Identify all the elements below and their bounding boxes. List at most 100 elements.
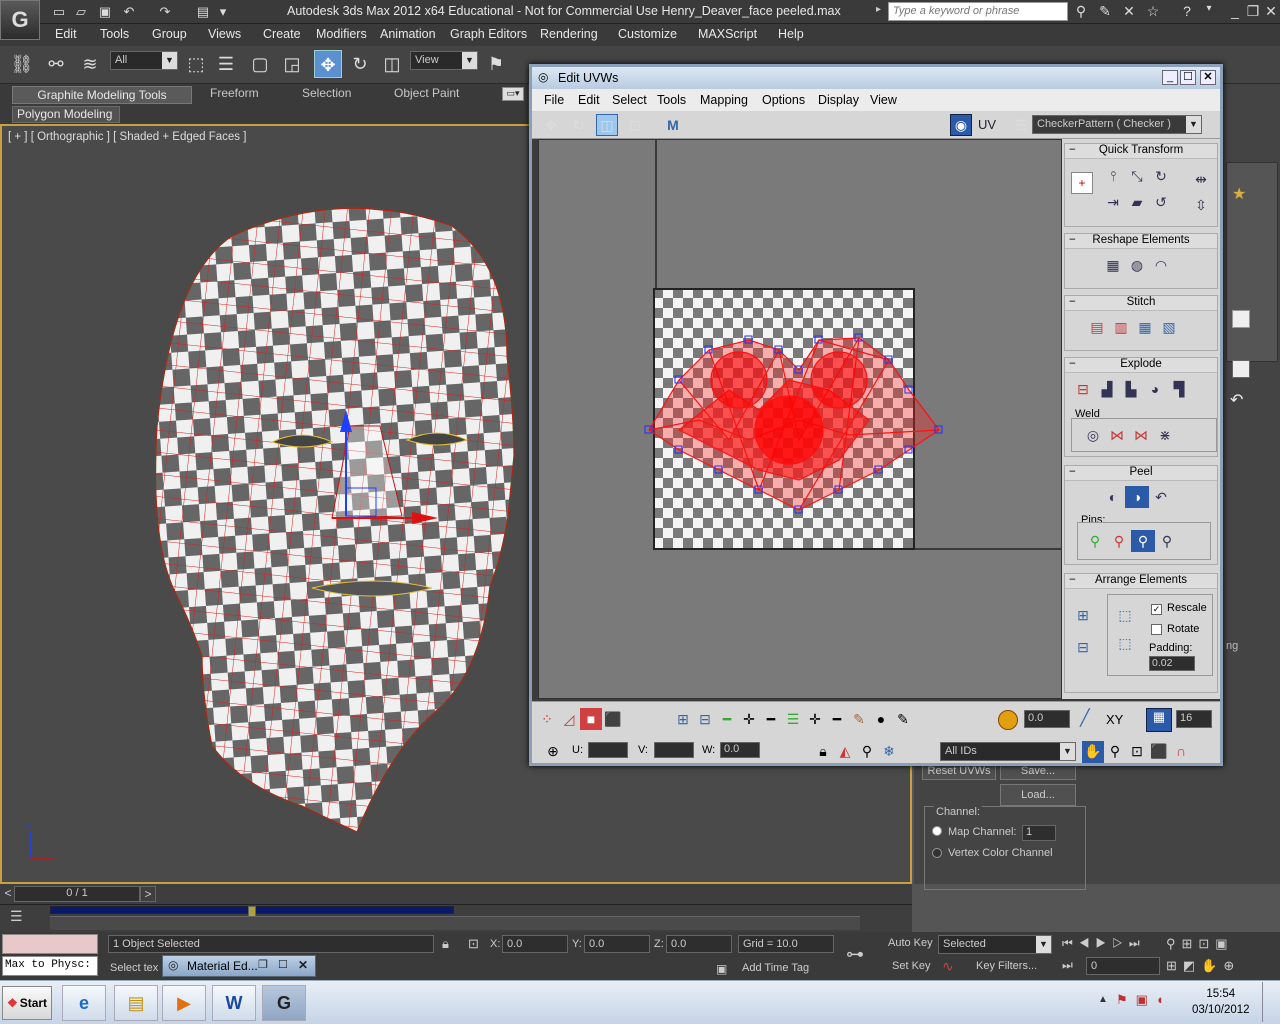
soft-select-icon[interactable]	[998, 710, 1018, 730]
uvw-menu-tools[interactable]: Tools	[657, 93, 686, 107]
relax-icon[interactable]: ◍	[1125, 254, 1149, 276]
unpin-icon[interactable]: ⚲	[1107, 530, 1131, 552]
uvw-menu-view[interactable]: View	[870, 93, 897, 107]
arrange-elements-header[interactable]: − Arrange Elements	[1065, 574, 1217, 589]
transform-type-in-icon[interactable]: ⊕	[542, 740, 564, 762]
select-pins-icon[interactable]: ⚲	[1155, 530, 1179, 552]
help-icon[interactable]: ?	[1178, 3, 1196, 21]
loop-shrink-icon[interactable]: ✛	[804, 709, 826, 731]
restore-icon[interactable]: ❐	[1244, 3, 1262, 21]
tab-selection[interactable]: Selection	[302, 86, 351, 104]
break-icon[interactable]: ⊟	[1071, 379, 1095, 401]
falloff-line-icon[interactable]: ╱	[1080, 708, 1090, 728]
pin-icon[interactable]: ⚲	[1083, 530, 1107, 552]
menu-animation[interactable]: Animation	[380, 27, 436, 41]
show-map-icon[interactable]: ◉	[950, 114, 972, 136]
window-crossing-icon[interactable]: ◲	[278, 50, 306, 78]
menu-customize[interactable]: Customize	[618, 27, 677, 41]
map-channel-radio[interactable]	[932, 826, 942, 836]
y-coordinate-field[interactable]: 0.0	[584, 935, 650, 953]
hide-icon[interactable]: ◭	[834, 740, 856, 762]
pack-normalize-icon[interactable]: ⊞	[1071, 604, 1095, 626]
stitch-header[interactable]: − Stitch	[1065, 296, 1217, 311]
quick-transform-header[interactable]: − Quick Transform	[1065, 144, 1217, 159]
viewport-nav-controls-2[interactable]: ⊞◩✋⊕	[1166, 958, 1240, 974]
uvw-menu-options[interactable]: Options	[762, 93, 805, 107]
select-and-scale-icon[interactable]: ◫	[378, 50, 406, 78]
texture-dropdown[interactable]: CheckerPattern ( Checker ) ▼	[1032, 115, 1202, 134]
snap-toggle-icon[interactable]: ∩	[1170, 740, 1192, 762]
flatten-by-material-icon[interactable]: ▜	[1167, 379, 1191, 401]
bind-space-warp-icon[interactable]: ≋	[76, 50, 104, 78]
selection-lock-icon[interactable]: 🔒︎	[442, 936, 449, 952]
uvw-menu-file[interactable]: File	[544, 93, 564, 107]
box-icon[interactable]	[1232, 310, 1250, 328]
stitch-to-target-icon[interactable]: ▥	[1109, 316, 1133, 338]
material-editor-taskbar-button[interactable]: Material Ed...	[162, 955, 316, 977]
reshape-elements-header[interactable]: − Reshape Elements	[1065, 234, 1217, 249]
polygon-modeling-panel[interactable]: Polygon Modeling	[12, 106, 120, 123]
lock-selection-icon[interactable]: 🔒︎	[812, 740, 834, 762]
menu-edit[interactable]: Edit	[55, 27, 77, 41]
weld-custom-icon[interactable]: ⋇	[1153, 424, 1177, 446]
auto-key-button[interactable]: Auto Key	[888, 937, 933, 949]
grid-subdivision-spinner[interactable]: 16	[1176, 710, 1212, 728]
select-and-rotate-icon[interactable]: ↻	[346, 50, 374, 78]
save-file-icon[interactable]: ▣	[96, 3, 114, 20]
target-weld-icon[interactable]: ◎	[1081, 424, 1105, 446]
menu-create[interactable]: Create	[263, 27, 301, 41]
space-vertical-icon[interactable]: ⇳	[1189, 194, 1213, 216]
media-player-icon[interactable]: ▶	[162, 985, 206, 1021]
align-vertical-icon[interactable]: ⫯	[1101, 165, 1125, 187]
stitch-average-icon[interactable]: ▦	[1133, 316, 1157, 338]
grid-icon[interactable]	[1232, 360, 1250, 378]
ribbon-options-icon[interactable]: ▭▾	[502, 87, 524, 101]
paint-grow-icon[interactable]: ●	[870, 708, 892, 730]
menu-help[interactable]: Help	[778, 27, 804, 41]
unlink-icon[interactable]: ⚯	[42, 50, 70, 78]
select-and-move-icon[interactable]: ✥	[314, 50, 342, 78]
tab-graphite-modeling-tools[interactable]: Graphite Modeling Tools	[12, 86, 192, 104]
key-mode-toggle-icon[interactable]: ⏭	[1062, 958, 1073, 973]
select-object-icon[interactable]: ⬚	[182, 50, 210, 78]
track-bar-menu-icon[interactable]: ☰	[10, 908, 23, 925]
quick-access-dropdown-icon[interactable]: ▾	[214, 3, 232, 20]
align-diagonal-icon[interactable]: ⤡	[1125, 165, 1149, 187]
peel-header[interactable]: − Peel	[1065, 466, 1217, 481]
app-logo-button[interactable]: G	[0, 0, 40, 40]
file-explorer-icon[interactable]: ▤	[114, 985, 158, 1021]
uv-view-nav-icons[interactable]: ✋ ⚲ ⊡ ⬛ ∩	[1082, 740, 1192, 763]
uv-subobject-icons[interactable]: ⁘ ◿ ■ ⬛	[536, 708, 624, 731]
uv-scale-icon[interactable]: ◫	[596, 114, 618, 136]
time-slider-next[interactable]: >	[140, 886, 156, 902]
new-file-icon[interactable]: ▭	[50, 3, 68, 20]
material-editor-close-icon[interactable]: ✕	[298, 958, 308, 972]
pins-icons[interactable]: ⚲ ⚲ ⚲ ⚲	[1083, 530, 1179, 552]
tray-icons[interactable]: ⚑▣◖	[1116, 992, 1172, 1008]
uvw-menu-display[interactable]: Display	[818, 93, 859, 107]
reset-peel-icon[interactable]: ↶	[1149, 487, 1173, 509]
auto-pin-icon[interactable]: ⚲	[1131, 530, 1155, 552]
load-uvw-button[interactable]: Load...	[1000, 784, 1076, 806]
uvw-maximize-icon[interactable]: ☐	[1180, 70, 1196, 85]
uv-islands[interactable]	[639, 320, 949, 520]
element-id-dropdown[interactable]: All IDs ▼	[940, 742, 1076, 761]
undo-icon[interactable]: ↶	[120, 3, 138, 20]
search-input[interactable]: Type a keyword or phrase	[888, 2, 1068, 21]
show-hidden-icons[interactable]: ▲	[1098, 994, 1108, 1005]
xy-space-button[interactable]: XY	[1106, 712, 1123, 727]
relax-by-polygon-icon[interactable]: ◠	[1149, 254, 1173, 276]
loop-grow-icon[interactable]: ☰	[782, 709, 804, 731]
stitch-icons[interactable]: ▤ ▥ ▦ ▧	[1085, 316, 1181, 338]
set-key-button[interactable]: Set Key	[892, 960, 931, 972]
quick-transform-icons-2[interactable]: ⇥ ▰ ↺	[1101, 190, 1173, 216]
element-mode-icon[interactable]: ⬛	[602, 709, 624, 731]
grow-selection-icon[interactable]: ⊞	[672, 709, 694, 731]
paint-shrink-icon[interactable]: ✎	[892, 709, 914, 731]
map-channel-spinner[interactable]: 1	[1022, 825, 1056, 841]
time-slider-frame[interactable]: 0 / 1	[14, 886, 140, 902]
menu-tools[interactable]: Tools	[100, 27, 129, 41]
uv-move-icon[interactable]: ✥	[540, 114, 562, 136]
ring-shrink-icon[interactable]: ━	[760, 709, 782, 731]
edge-select-icon[interactable]: ━	[826, 709, 848, 731]
